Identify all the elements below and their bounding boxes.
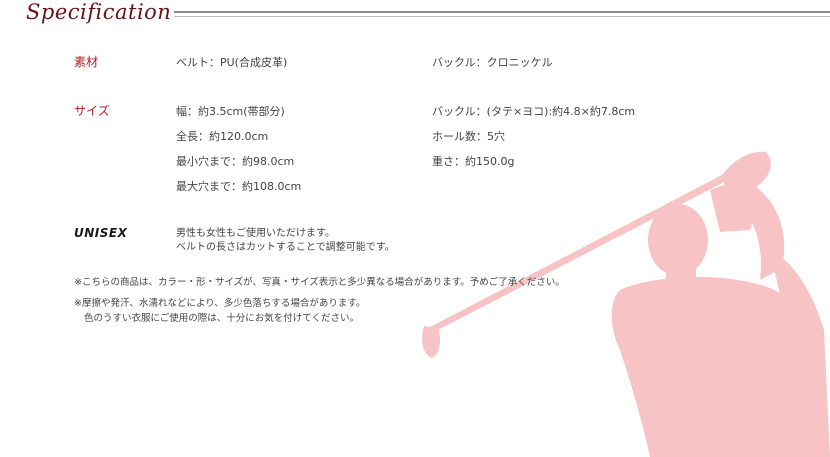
size-length: 全長：約120.0cm <box>176 130 269 143</box>
size-hole-count: ホール数：5穴 <box>432 130 505 143</box>
size-label: サイズ <box>74 104 110 118</box>
size-width: 幅：約3.5cm(帯部分) <box>176 105 285 118</box>
material-buckle: バックル：クロニッケル <box>432 56 553 69</box>
size-min-hole: 最小穴まで：約98.0cm <box>176 155 295 168</box>
material-label: 素材 <box>74 55 99 69</box>
size-max-hole: 最大穴まで：約108.0cm <box>176 180 302 193</box>
note-2-line-2: 色のうすい衣服にご使用の際は、十分にお気を付けてください。 <box>84 313 360 324</box>
size-weight: 重さ：約150.0g <box>432 155 515 168</box>
page-title: Specification <box>26 0 172 24</box>
note-1: ※こちらの商品は、カラー・形・サイズが、写真・サイズ表示と多少異なる場合がありま… <box>74 277 565 288</box>
unisex-label: UNISEX <box>74 226 128 240</box>
title-divider <box>174 11 830 17</box>
note-2-line-1: ※摩擦や発汗、水濡れなどにより、多少色落ちする場合があります。 <box>74 298 366 309</box>
size-buckle-dimensions: バックル：(タテ×ヨコ):約4.8×約7.8cm <box>432 105 636 118</box>
unisex-line-2: ベルトの長さはカットすることで調整可能です。 <box>176 242 395 253</box>
golfer-silhouette <box>422 151 830 457</box>
header: Specification <box>0 0 830 30</box>
unisex-line-1: 男性も女性もご使用いただけます。 <box>176 228 335 239</box>
material-belt: ベルト：PU(合成皮革) <box>176 56 288 69</box>
